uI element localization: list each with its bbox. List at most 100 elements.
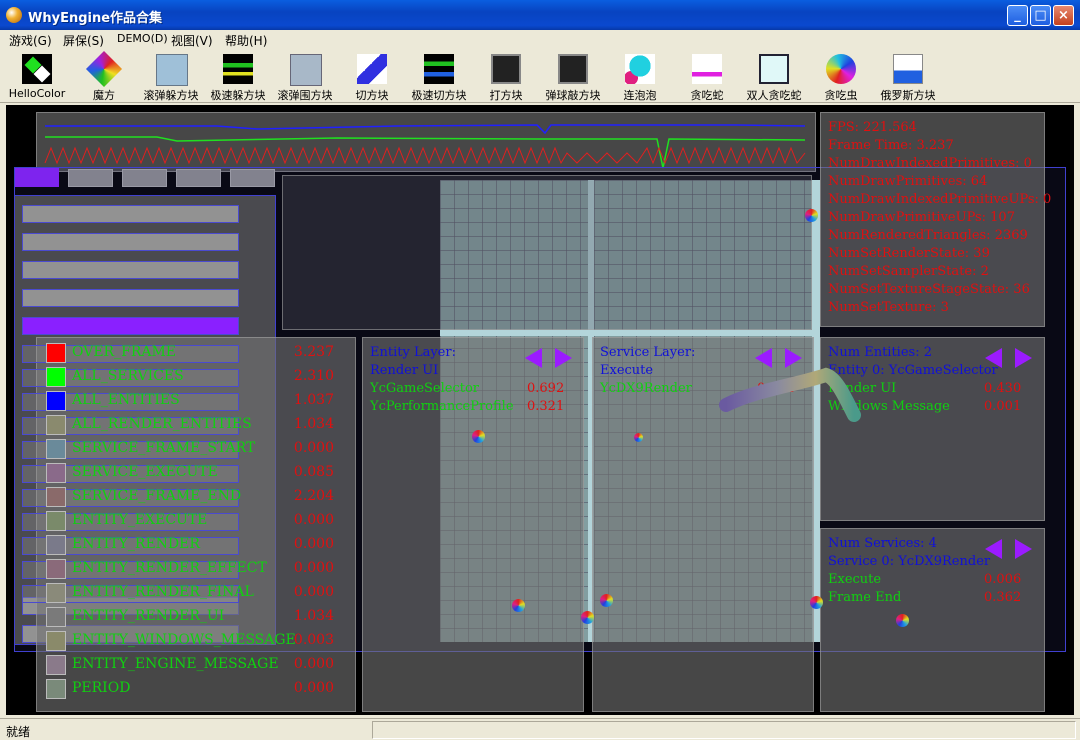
profile-value: 1.034 [293,416,334,432]
profile-color-swatch [46,511,66,531]
profile-name: SERVICE_EXECUTE [72,464,218,480]
entity-layer-row-value: 0.321 [527,399,565,414]
profile-color-swatch [46,463,66,483]
stat-line: NumDrawIndexedPrimitiveUPs: 0 [828,192,1052,207]
profile-color-swatch [46,535,66,555]
status-bar: 就绪 [0,718,1080,740]
menu-demo[interactable]: DEMO(D) [117,32,168,45]
profile-value: 3.237 [293,344,334,360]
profile-color-swatch [46,607,66,627]
ball [810,596,823,609]
profile-color-swatch [46,583,66,603]
tool-cut[interactable]: 切方块 [337,52,407,102]
rubiks-cube-icon [85,50,123,88]
profile-color-swatch [46,415,66,435]
two-player-snake-icon [759,54,789,84]
entities-row-value: 0.430 [984,381,1022,396]
menu-screensaver[interactable]: 屏保(S) [63,32,104,49]
next-arrow-icon[interactable] [1015,539,1032,559]
menu-game[interactable]: 游戏(G) [9,32,52,49]
profile-name: ENTITY_EXECUTE [72,512,208,528]
service-layer-sub: Execute [600,363,654,378]
tool-bubbles[interactable]: 连泡泡 [605,52,675,102]
tool-rubiks[interactable]: 魔方 [69,50,139,102]
profile-value: 0.000 [293,584,334,600]
profile-value: 0.000 [293,536,334,552]
dodge-blocks-icon [156,54,188,86]
stat-line: NumSetTextureStageState: 36 [828,282,1030,297]
breakout-icon [558,54,588,84]
app-icon[interactable] [6,7,22,23]
entity-layer-row-name: YcPerformanceProfile [370,399,514,414]
ball [600,594,613,607]
toolbar: HelloColor 魔方 滚弹躲方块 极速躲方块 滚弹围方块 切方块 极速切方… [0,50,1080,103]
speed-cut-icon [424,54,454,84]
stat-line: NumDrawPrimitives: 64 [828,174,988,189]
tool-speed-cut[interactable]: 极速切方块 [404,52,474,102]
entity-layer-panel: Entity Layer: Render UI YcGameSelector 0… [362,337,584,712]
tool-surround[interactable]: 滚弹围方块 [270,52,340,102]
ball [896,614,909,627]
profile-color-swatch [46,343,66,363]
prev-arrow-icon[interactable] [985,539,1002,559]
tool-hit[interactable]: 打方块 [471,52,541,102]
profile-name: ENTITY_RENDER_UI [72,608,225,624]
tool-breakout[interactable]: 弹球敲方块 [538,52,608,102]
profile-value: 0.000 [293,512,334,528]
ball [634,433,643,442]
profile-name: PERIOD [72,680,131,696]
minimize-button[interactable]: _ [1007,5,1028,26]
tool-dodge[interactable]: 滚弹躲方块 [136,52,206,102]
stat-line: NumSetRenderState: 39 [828,246,990,261]
profile-value: 0.003 [293,632,334,648]
selector-slot[interactable] [22,289,239,307]
menu-help[interactable]: 帮助(H) [225,32,267,49]
prev-arrow-icon[interactable] [985,348,1002,368]
title-bar[interactable]: WhyEngine作品合集 _ □ × [0,0,1080,30]
profile-value: 1.037 [293,392,334,408]
next-arrow-icon[interactable] [555,348,572,368]
menu-view[interactable]: 视图(V) [171,32,213,49]
render-viewport[interactable]: FPS: 221.564 Frame Time: 3.237 NumDrawIn… [6,105,1074,715]
profile-name: ENTITY_ENGINE_MESSAGE [72,656,279,672]
selector-slot[interactable] [22,233,239,251]
tetris-icon [893,54,923,84]
services-row-name: Frame End [828,590,902,605]
ball [581,611,594,624]
profile-color-swatch [46,391,66,411]
next-arrow-icon[interactable] [1015,348,1032,368]
profile-value: 0.000 [293,656,334,672]
stat-line: Frame Time: 3.237 [828,138,954,153]
entity-layer-row-value: 0.692 [527,381,565,396]
stat-line: NumDrawIndexedPrimitives: 0 [828,156,1032,171]
status-pane [372,721,1076,739]
tool-label: 俄罗斯方块 [880,89,936,102]
tool-worm[interactable]: 贪吃虫 [806,52,876,102]
selector-slot[interactable] [22,261,239,279]
tool-hellocolor[interactable]: HelloColor [2,52,72,100]
services-row-value: 0.362 [984,590,1022,605]
prev-arrow-icon[interactable] [525,348,542,368]
perf-graph-panel [36,112,816,172]
selector-slot[interactable] [22,205,239,223]
surround-blocks-icon [290,54,322,86]
ball [805,209,818,222]
tool-tetris[interactable]: 俄罗斯方块 [873,52,943,102]
maximize-button[interactable]: □ [1030,5,1051,26]
close-button[interactable]: × [1053,5,1074,26]
stat-line: FPS: 221.564 [828,120,917,135]
stat-line: NumSetSamplerState: 2 [828,264,989,279]
status-text: 就绪 [6,725,31,739]
tool-two-snake[interactable]: 双人贪吃蛇 [739,52,809,102]
profile-value: 0.000 [293,560,334,576]
profile-name: ALL_RENDER_ENTITIES [72,416,252,432]
bubbles-icon [625,54,655,84]
profile-name: OVER_FRAME [72,344,177,360]
selector-slot-active[interactable] [22,317,239,335]
tool-snake[interactable]: 贪吃蛇 [672,52,742,102]
tool-speed-dodge[interactable]: 极速躲方块 [203,52,273,102]
stats-panel: FPS: 221.564 Frame Time: 3.237 NumDrawIn… [820,112,1051,327]
profile-color-swatch [46,367,66,387]
entity-layer-sub: Render UI [370,363,439,378]
service-layer-title: Service Layer: [600,345,696,360]
